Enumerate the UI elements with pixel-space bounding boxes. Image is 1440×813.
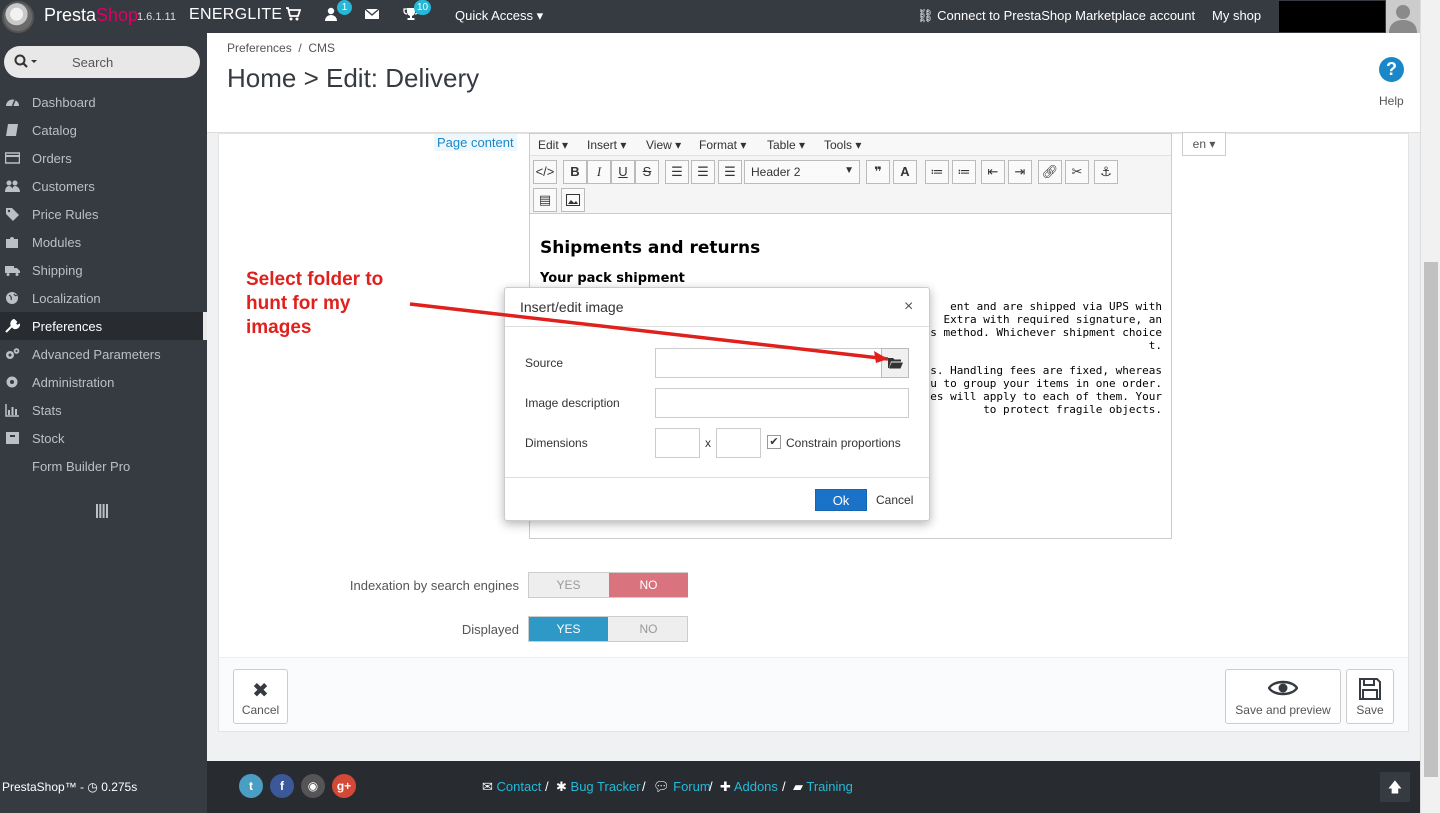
dialog-divider — [505, 326, 929, 327]
height-input[interactable] — [716, 428, 761, 458]
footer-sep: / — [642, 779, 646, 794]
scroll-to-top-button[interactable]: 🡅 — [1380, 772, 1410, 802]
constrain-proportions-checkbox[interactable]: ✔ — [767, 435, 781, 449]
dialog-close-button[interactable]: × — [904, 298, 913, 316]
ok-button[interactable]: Ok — [815, 489, 867, 511]
bug-icon: ✱ — [556, 779, 567, 794]
image-description-input[interactable] — [655, 388, 909, 418]
width-input[interactable] — [655, 428, 700, 458]
footer-link-addons[interactable]: ✚ Addons — [720, 779, 778, 795]
scrollbar-thumb[interactable] — [1424, 262, 1438, 777]
footer-link-training[interactable]: ▰ Training — [793, 779, 853, 795]
github-icon[interactable]: ◉ — [301, 774, 325, 798]
constrain-proportions-label[interactable]: Constrain proportions — [786, 436, 901, 450]
folder-open-icon — [882, 358, 908, 380]
book-icon: ▰ — [793, 779, 803, 794]
page-scrollbar[interactable] — [1420, 0, 1440, 813]
dialog-divider — [505, 477, 929, 478]
footer-link-contact[interactable]: ✉ Contact — [482, 779, 541, 795]
dialog-cancel-button[interactable]: Cancel — [876, 493, 913, 507]
check-icon: ✔ — [769, 436, 779, 448]
clock-icon: ◷ — [87, 780, 98, 794]
comments-icon: 💬︎ — [653, 779, 670, 794]
arrow-up-icon: 🡅 — [1387, 779, 1403, 795]
footer-sep: / — [782, 779, 786, 794]
google-plus-icon[interactable]: g+ — [332, 774, 356, 798]
page-footer: PrestaShop™ - ◷ 0.275s t f ◉ g+ ✉ Contac… — [0, 761, 1420, 813]
dimensions-label: Dimensions — [525, 436, 588, 450]
envelope-icon: ✉ — [482, 779, 493, 794]
twitter-icon[interactable]: t — [239, 774, 263, 798]
source-input[interactable] — [655, 348, 883, 378]
insert-image-dialog: Insert/edit image × Source Image descrip… — [504, 287, 930, 521]
image-description-label: Image description — [525, 396, 620, 410]
footer-sep: / — [709, 779, 713, 794]
footer-link-forum[interactable]: 💬︎ Forum — [653, 779, 711, 795]
footer-stat: PrestaShop™ - ◷ 0.275s — [2, 780, 138, 794]
footer-sep: / — [545, 779, 549, 794]
footer-link-bug-tracker[interactable]: ✱ Bug Tracker — [556, 779, 641, 795]
footer-left: PrestaShop™ - ◷ 0.275s — [0, 761, 207, 813]
dimension-separator: x — [705, 436, 711, 450]
puzzle-icon: ✚ — [720, 779, 731, 794]
annotation-text: Select folder to hunt for my images — [246, 269, 384, 338]
dialog-title: Insert/edit image — [520, 299, 624, 315]
source-label: Source — [525, 356, 564, 370]
browse-folder-button[interactable] — [881, 348, 909, 378]
annotation-overlay: Select folder to hunt for my images Inse… — [0, 0, 1420, 813]
facebook-icon[interactable]: f — [270, 774, 294, 798]
